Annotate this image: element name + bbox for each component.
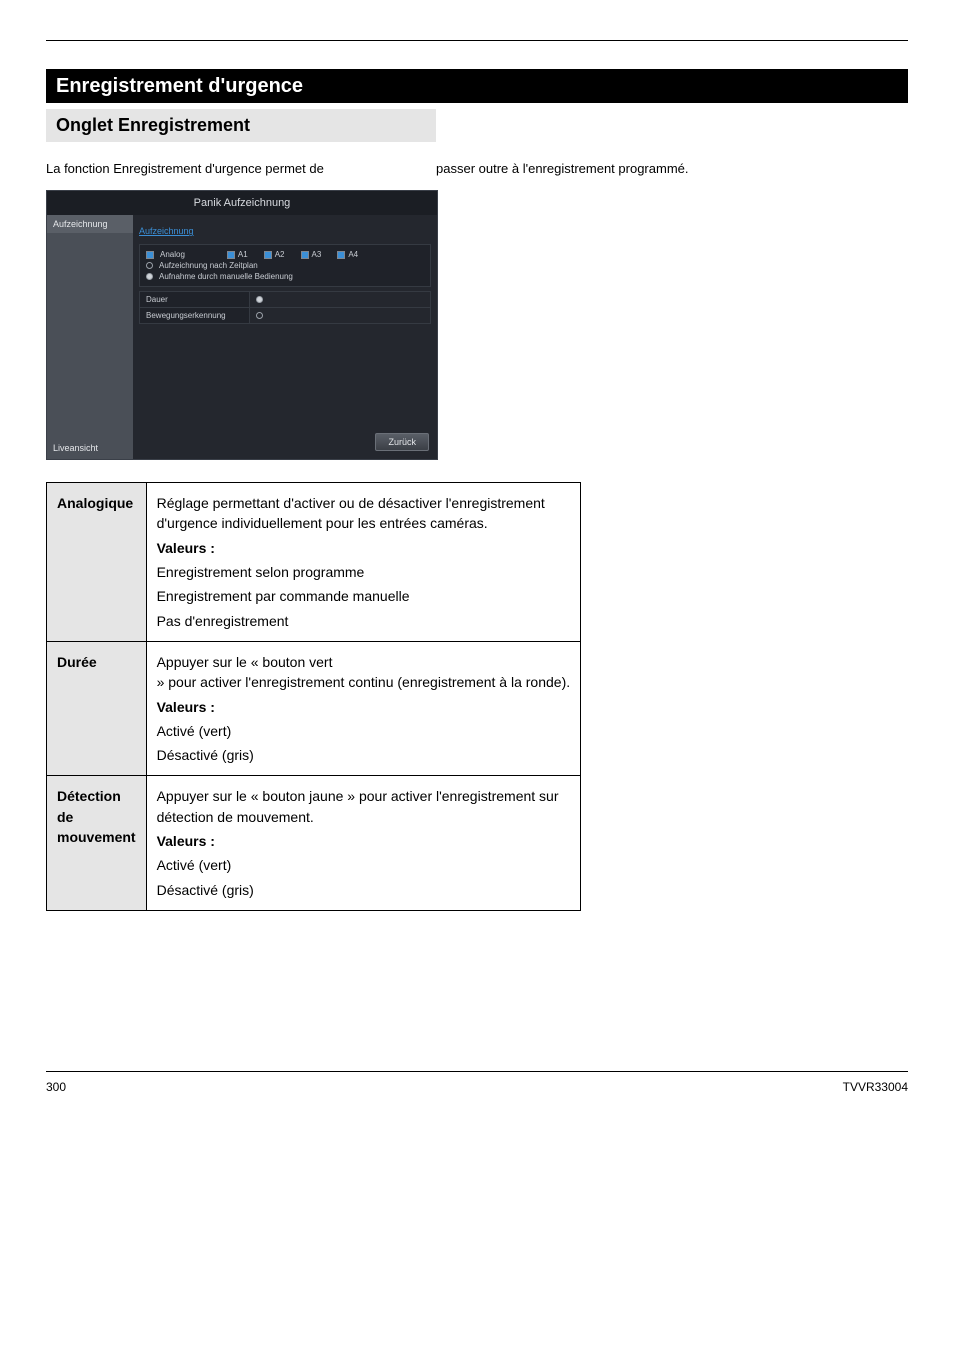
sidebar-item-liveview[interactable]: Liveansicht <box>47 437 133 459</box>
checkbox-icon[interactable] <box>146 251 154 259</box>
cell-duration-title: Durée <box>47 641 147 775</box>
footer: 300 TVVR33004 <box>46 1080 908 1094</box>
channel-a4[interactable]: A4 <box>337 250 358 259</box>
intro-row: La fonction Enregistrement d'urgence per… <box>46 160 908 178</box>
row-motion-label: Bewegungserkennung <box>140 308 250 323</box>
row-schedule[interactable]: Aufzeichnung nach Zeitplan <box>146 260 424 271</box>
opt-value-1: Activé (vert) <box>157 855 571 875</box>
section-title: Enregistrement d'urgence <box>56 75 303 98</box>
row-analog-label: Analog <box>160 250 185 259</box>
subtitle-heading: Onglet Enregistrement <box>56 115 426 136</box>
tab-recording[interactable]: Aufzeichnung <box>139 224 194 240</box>
page: Enregistrement d'urgence Onglet Enregist… <box>0 0 954 1124</box>
row-motion: Bewegungserkennung <box>140 307 430 323</box>
table-row: Détection de mouvement Appuyer sur le « … <box>47 776 581 910</box>
row-duration: Dauer <box>140 292 430 307</box>
opt-value-3: Pas d'enregistrement <box>157 611 571 631</box>
radio-icon[interactable] <box>146 262 153 269</box>
checkbox-icon[interactable] <box>301 251 309 259</box>
checkbox-icon[interactable] <box>227 251 235 259</box>
top-rule <box>46 40 908 41</box>
values-header: Valeurs : <box>157 697 571 717</box>
radio-icon[interactable] <box>146 273 153 280</box>
channel-a3[interactable]: A3 <box>301 250 322 259</box>
sidebar-item-recording[interactable]: Aufzeichnung <box>47 215 133 233</box>
channel-a2[interactable]: A2 <box>264 250 285 259</box>
values-header: Valeurs : <box>157 831 571 851</box>
checkbox-icon[interactable] <box>337 251 345 259</box>
row-duration-label: Dauer <box>140 292 250 307</box>
intro-lead: La fonction Enregistrement d'urgence per… <box>46 160 436 178</box>
channel-a1[interactable]: A1 <box>227 250 248 259</box>
opt-desc: Appuyer sur le « bouton vert » pour acti… <box>157 652 571 693</box>
row-motion-value[interactable] <box>250 308 430 323</box>
bottom-rule <box>46 1071 908 1072</box>
row-manual[interactable]: Aufnahme durch manuelle Bedienung <box>146 271 424 282</box>
cell-analog-title: Analogique <box>47 483 147 642</box>
section-title-bar: Enregistrement d'urgence <box>46 69 908 103</box>
table-row: Analogique Réglage permettant d'activer … <box>47 483 581 642</box>
channel-panel: Analog A1 A2 A3 A4 Aufzeichnung nach Zei… <box>139 244 431 287</box>
opt-title: Détection de mouvement <box>57 786 136 847</box>
opt-value-2: Désactivé (gris) <box>157 745 571 765</box>
intro-rest: passer outre à l'enregistrement programm… <box>436 160 908 178</box>
table-row: Durée Appuyer sur le « bouton vert » pou… <box>47 641 581 775</box>
values-header: Valeurs : <box>157 538 571 558</box>
opt-value-1: Activé (vert) <box>157 721 571 741</box>
opt-value-1: Enregistrement selon programme <box>157 562 571 582</box>
checkbox-icon[interactable] <box>264 251 272 259</box>
opt-title: Durée <box>57 652 136 672</box>
back-button[interactable]: Zurück <box>375 433 429 451</box>
content-pane: Aufzeichnung Analog A1 A2 A3 A4 <box>133 215 437 459</box>
radio-icon[interactable] <box>256 296 263 303</box>
cell-motion-title: Détection de mouvement <box>47 776 147 910</box>
page-number: 300 <box>46 1080 66 1094</box>
window-body: Aufzeichnung Liveansicht Aufzeichnung An… <box>47 215 437 459</box>
opt-value-1-rest: programme <box>293 564 365 580</box>
cell-motion-desc: Appuyer sur le « bouton jaune » pour act… <box>146 776 581 910</box>
opt-value-2-rest: commande manuelle <box>280 588 410 604</box>
sidebar: Aufzeichnung Liveansicht <box>47 215 133 459</box>
mode-panel: Dauer Bewegungserkennung <box>139 291 431 324</box>
row-duration-value[interactable] <box>250 292 430 307</box>
opt-value-2: Enregistrement par commande manuelle <box>157 586 571 606</box>
options-table: Analogique Réglage permettant d'activer … <box>46 482 581 911</box>
row-analog: Analog A1 A2 A3 A4 <box>146 249 424 260</box>
embedded-screenshot: Panik Aufzeichnung Aufzeichnung Liveansi… <box>46 190 438 460</box>
channel-columns: A1 A2 A3 A4 <box>227 250 358 259</box>
opt-title: Analogique <box>57 493 136 513</box>
window-title: Panik Aufzeichnung <box>47 191 437 215</box>
subtitle-block: Onglet Enregistrement <box>46 109 436 142</box>
opt-desc: Appuyer sur le « bouton jaune » pour act… <box>157 786 571 827</box>
opt-value-2: Désactivé (gris) <box>157 880 571 900</box>
cell-analog-desc: Réglage permettant d'activer ou de désac… <box>146 483 581 642</box>
radio-icon[interactable] <box>256 312 263 319</box>
cell-duration-desc: Appuyer sur le « bouton vert » pour acti… <box>146 641 581 775</box>
opt-desc: Réglage permettant d'activer ou de désac… <box>157 493 571 534</box>
product-name: TVVR33004 <box>843 1080 908 1094</box>
